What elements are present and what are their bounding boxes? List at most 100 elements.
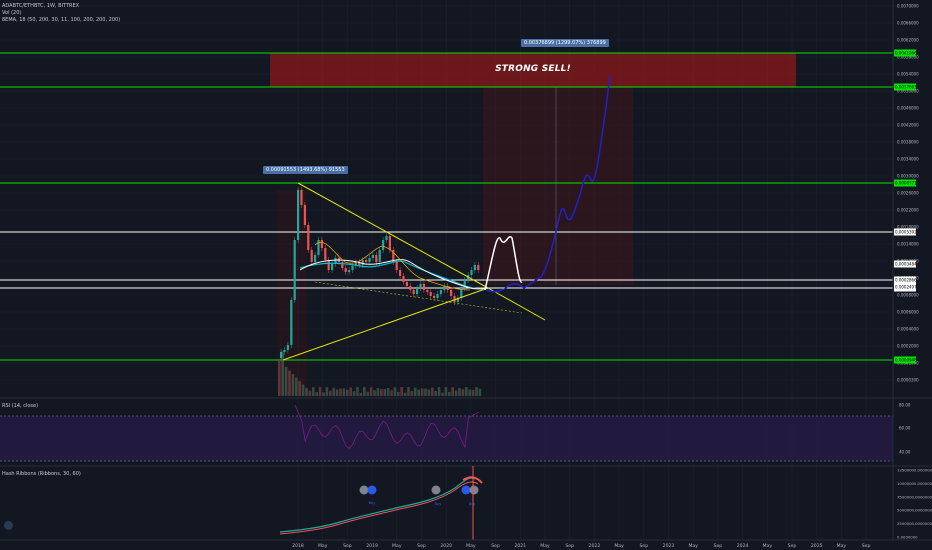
volume-bar	[475, 387, 478, 396]
hash-tick-label: 12500000.0000000	[897, 468, 932, 473]
x-tick-label: 2025	[811, 543, 823, 549]
candle-body	[297, 190, 300, 240]
price-label-text: 0.0037663	[895, 85, 917, 90]
triangle-top-line	[297, 182, 489, 289]
y-tick-label: 0.0038000	[897, 140, 919, 145]
volume-bar	[434, 391, 437, 396]
volume-indicator-label[interactable]: Vol (20)	[2, 10, 21, 16]
volume-bar	[315, 392, 318, 396]
settings-icon[interactable]	[4, 521, 13, 530]
candle-body	[470, 270, 473, 275]
price-label-text: 0.0041066	[895, 51, 917, 56]
x-tick-label: May	[392, 543, 402, 549]
hash-ribbons-indicator-label[interactable]: Hash Ribbons (Ribbons, 30, 60)	[2, 471, 81, 477]
candle-body	[416, 288, 419, 294]
y-tick-label: 0.0046000	[897, 106, 919, 111]
hash-ribbon-slow	[279, 481, 479, 535]
candle-body	[422, 284, 425, 290]
hash-buy-label: Buy	[435, 502, 442, 506]
volume-bar	[301, 384, 305, 396]
volume-bar	[458, 387, 461, 396]
candle-body	[477, 265, 480, 270]
volume-bar	[335, 389, 339, 396]
volume-bar	[322, 392, 325, 396]
hash-ribbons: Buy Buy Buy	[279, 476, 483, 535]
y-tick-label: 0.0054000	[897, 72, 919, 77]
volume-bar	[431, 387, 434, 396]
x-tick-label: 2021	[514, 543, 526, 549]
price-candles	[280, 187, 480, 361]
y-tick-label: 0.0066000	[897, 21, 919, 26]
volume-bar	[295, 377, 298, 396]
volume-bar	[407, 387, 410, 396]
volume-bar	[284, 367, 288, 396]
volume-bar	[366, 391, 369, 396]
volume-bar	[414, 387, 417, 396]
candle-body	[286, 345, 289, 350]
candle-body	[439, 290, 442, 294]
x-tick-label: 2024	[737, 543, 749, 549]
price-label-text: 0.0002497	[895, 285, 917, 290]
volume-bar	[380, 388, 383, 396]
candle-body	[429, 292, 432, 296]
volume-bar	[383, 389, 386, 396]
x-tick-label: 2019	[366, 543, 378, 549]
candle-body	[426, 290, 429, 292]
candle-body	[433, 296, 436, 298]
y-tick-label: 0.0062000	[897, 38, 919, 43]
rsi-indicator-label[interactable]: RSI (14, close)	[2, 403, 38, 409]
candle-body	[365, 260, 368, 262]
volume-bar	[359, 392, 363, 396]
volume-bar	[465, 387, 468, 396]
x-tick-label: May	[688, 543, 698, 549]
chart-canvas[interactable]: Buy Buy Buy 2018 May Sep 2019 May Sep 2020 May Sep…	[0, 0, 932, 550]
candle-body	[327, 260, 330, 270]
volume-bar	[281, 351, 284, 396]
price-labels: 0.0041066 0.0037663 0.0008771 0.0005392 0.00…	[894, 49, 917, 364]
volume-bar	[346, 389, 349, 396]
volume-bar	[441, 392, 444, 396]
price-label-text: 0.0005392	[895, 230, 917, 235]
ema-orange-line	[314, 242, 471, 291]
ema-indicator-label[interactable]: 8EMA, 18 (50, 200, 30, 11, 100, 200, 200…	[2, 17, 120, 23]
candle-body	[375, 255, 378, 262]
x-tick-label: May	[763, 543, 773, 549]
hash-signal-dot	[469, 485, 479, 495]
hash-buy-label: Buy	[369, 501, 376, 505]
y-tick-label: 0.0070000	[897, 4, 919, 9]
y-tick-label: 0.0000300	[897, 378, 919, 383]
candle-body	[341, 262, 344, 268]
x-tick-label: 2018	[292, 543, 304, 549]
x-tick-label: Sep	[639, 543, 648, 549]
candle-body	[378, 250, 381, 262]
x-tick-label: May	[466, 543, 476, 549]
candle-body	[388, 236, 391, 250]
projection-zone	[483, 87, 633, 285]
volume-bar	[468, 389, 471, 396]
x-tick-label: 2023	[663, 543, 675, 549]
volume-bar	[444, 387, 448, 396]
volume-bar	[420, 388, 424, 396]
x-tick-label: May	[614, 543, 624, 549]
volume-bar	[318, 387, 322, 396]
volume-bars	[278, 351, 482, 396]
volume-bar	[386, 387, 390, 396]
measure-tag-mid: 0.00091553 (1493.68%) 91553	[263, 166, 348, 174]
x-tick-label: Sep	[714, 543, 723, 549]
x-tick-label: May	[540, 543, 550, 549]
volume-bar	[288, 370, 291, 396]
candle-body	[290, 300, 293, 345]
measure-tag-top: 0.00376899 (1299.07%) 376899	[521, 39, 609, 47]
y-tick-label: 0.0030000	[897, 174, 919, 179]
x-tick-label: 2020	[440, 543, 452, 549]
y-tick-label: 0.0042000	[897, 123, 919, 128]
volume-bar	[437, 387, 441, 396]
y-tick-label: 0.0026000	[897, 191, 919, 196]
candle-body	[368, 258, 371, 262]
volume-bar	[451, 387, 454, 396]
x-tick-label: Sep	[788, 543, 797, 549]
candle-body	[351, 266, 354, 270]
volume-bar	[373, 390, 376, 396]
volume-bar	[403, 392, 407, 396]
chart-title[interactable]: ADABTC/ETHBTC, 1W, BITTREX	[2, 3, 79, 9]
